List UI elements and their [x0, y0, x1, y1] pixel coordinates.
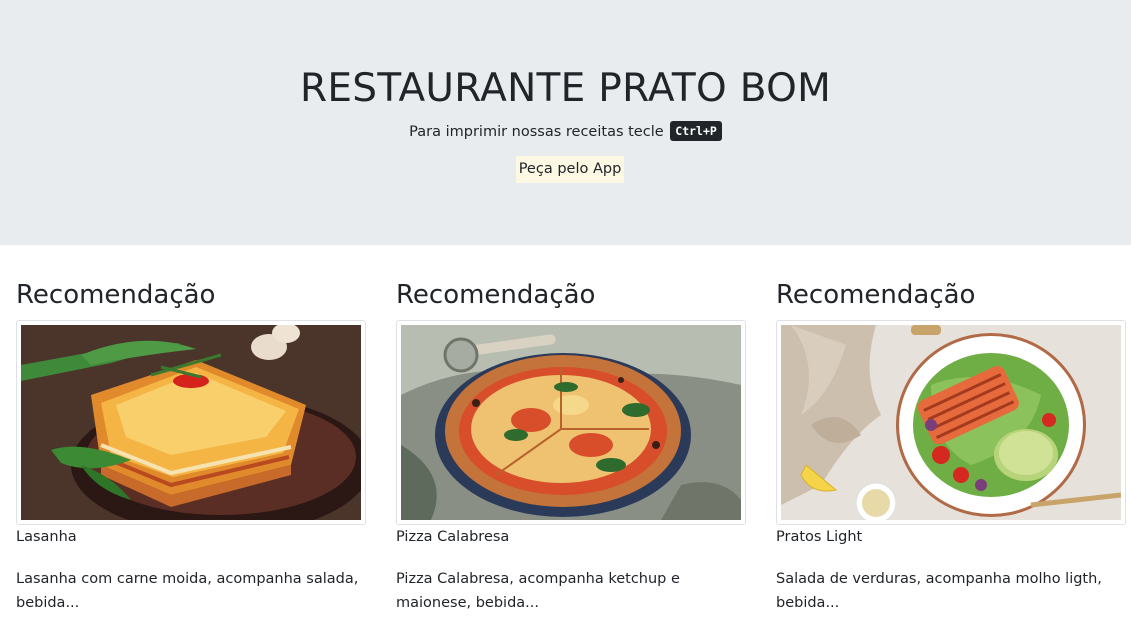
recommendation-card-pizza: Recomendação Pizza Calabresa Pizza Calab…	[396, 278, 746, 611]
card-heading: Recomendação	[16, 280, 216, 310]
card-title: Pratos Light	[776, 529, 863, 545]
page-title: RESTAURANTE PRATO BOM	[299, 66, 832, 111]
card-description: Pizza Calabresa, acompanha ketchup e mai…	[396, 571, 680, 611]
card-title: Pizza Calabresa	[396, 529, 510, 545]
hero-banner: RESTAURANTE PRATO BOM Para imprimir noss…	[0, 0, 1131, 245]
pizza-photo	[396, 320, 746, 525]
print-hint-text: Para imprimir nossas receitas tecle	[409, 124, 664, 140]
order-app-button[interactable]: Peça pelo App	[516, 156, 624, 183]
recommendation-card-lasanha: Recomendação Lasanha Lasanha com carne m…	[16, 278, 366, 611]
card-description: Salada de verduras, acompanha molho ligt…	[776, 571, 1102, 611]
card-description: Lasanha com carne moida, acompanha salad…	[16, 571, 359, 611]
pizza-image	[401, 325, 741, 520]
card-heading: Recomendação	[396, 280, 596, 310]
salad-photo	[776, 320, 1126, 525]
card-title: Lasanha	[16, 529, 77, 545]
lasagna-image	[21, 325, 361, 520]
lasagna-photo	[16, 320, 366, 525]
keyboard-shortcut: Ctrl+P	[670, 121, 722, 141]
salad-image	[781, 325, 1121, 520]
print-hint: Para imprimir nossas receitas tecle Ctrl…	[0, 121, 1131, 141]
card-heading: Recomendação	[776, 280, 976, 310]
recommendation-card-light: Recomendação Pratos Light Salada de verd…	[776, 278, 1126, 611]
